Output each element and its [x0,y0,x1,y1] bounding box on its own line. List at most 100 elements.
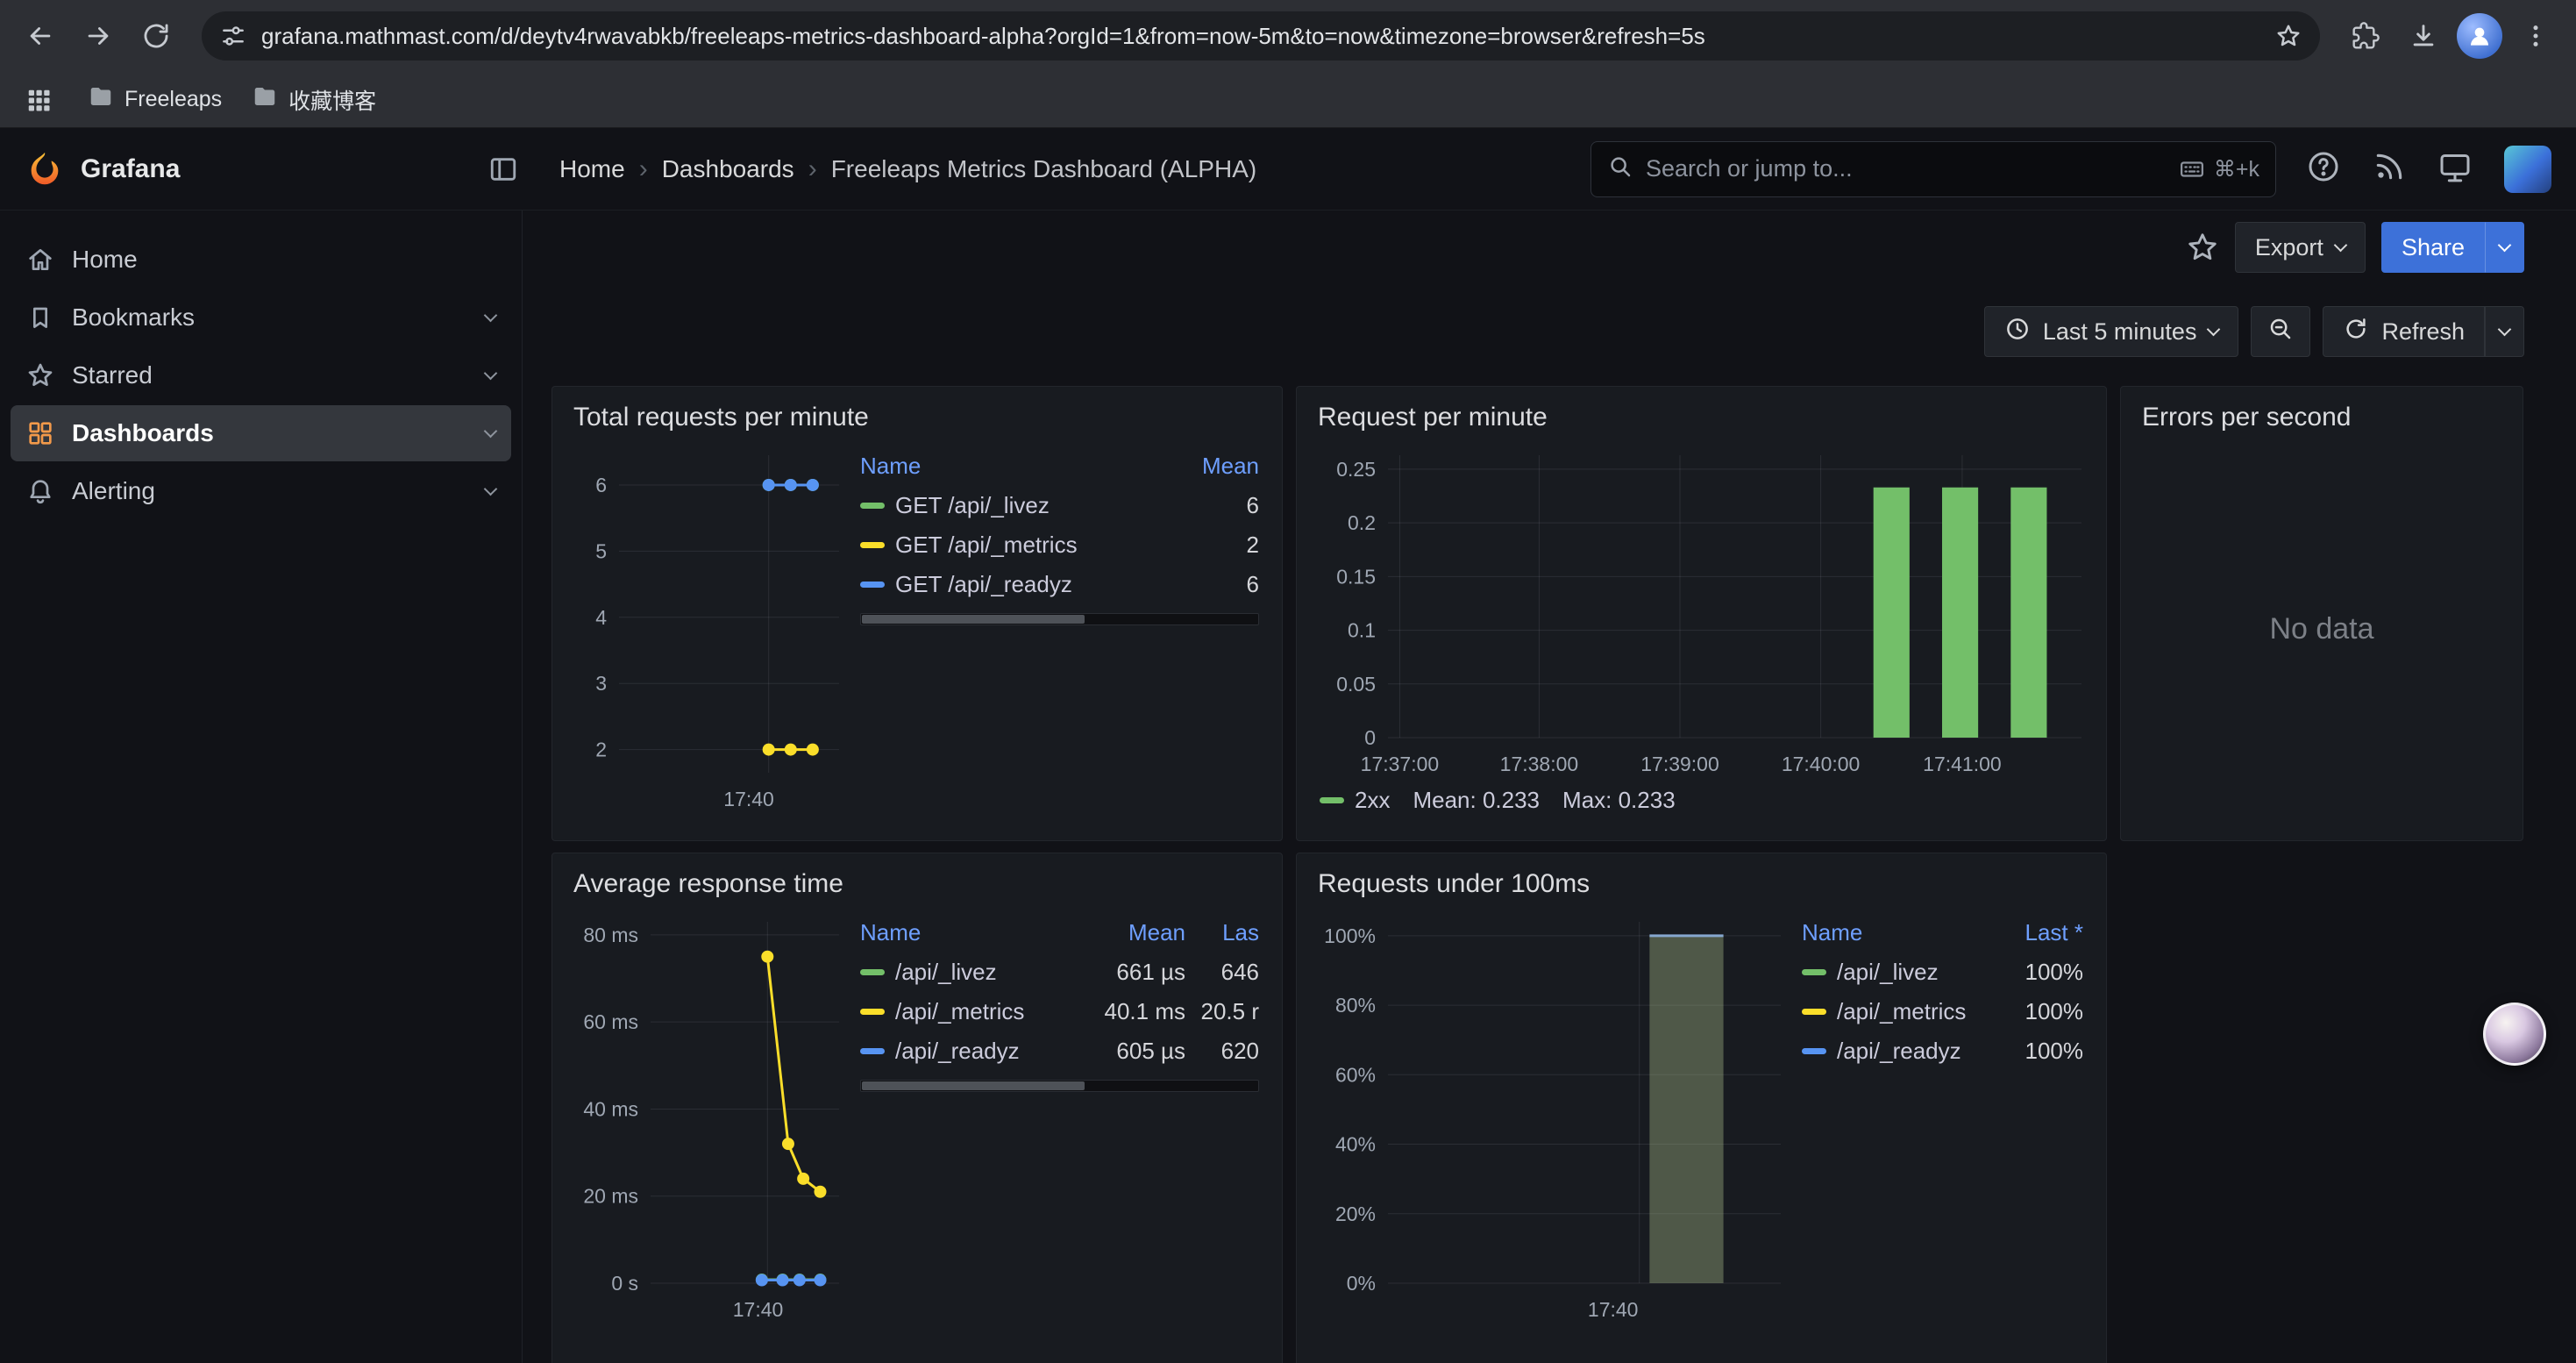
bookmark-icon [26,303,54,332]
legend-series[interactable]: GET /api/_livez [860,492,1156,519]
sidebar-item-starred[interactable]: Starred [11,347,511,403]
site-info-icon[interactable] [214,17,253,55]
legend-row: /api/_readyz605 µs620 [855,1031,1264,1071]
refresh-button-group: Refresh [2323,306,2524,357]
user-avatar[interactable] [2504,146,2551,193]
extensions-icon[interactable] [2341,11,2390,61]
legend-value: 100% [1980,1038,2083,1065]
svg-text:0.05: 0.05 [1336,673,1376,696]
svg-text:0 s: 0 s [611,1272,638,1295]
legend-series[interactable]: /api/_metrics [1802,998,1980,1025]
grafana-logo[interactable] [25,149,65,189]
legend-scrollbar-thumb[interactable] [862,1081,1085,1090]
svg-text:17:40: 17:40 [723,788,774,810]
back-icon[interactable] [16,11,65,61]
total-requests-legend: NameMeanGET /api/_livez6GET /api/_metric… [855,445,1264,813]
legend-column-header[interactable]: Name [1802,919,1980,946]
news-rss-icon[interactable] [2373,150,2406,188]
legend-scrollbar-thumb[interactable] [862,615,1085,624]
assistant-avatar[interactable] [2483,1003,2546,1066]
breadcrumb-current: Freeleaps Metrics Dashboard (ALPHA) [831,155,1257,183]
panel-errors-per-second: Errors per second No data [2120,386,2523,841]
svg-text:17:38:00: 17:38:00 [1500,753,1579,775]
monitor-icon[interactable] [2437,149,2473,189]
breadcrumb-separator: › [808,154,817,184]
legend-value: 620 [1185,1038,1259,1065]
panel-title[interactable]: Requests under 100ms [1318,869,2089,899]
bookmark-freeleaps[interactable]: Freeleaps [88,83,222,116]
legend-series[interactable]: /api/_readyz [1802,1038,1980,1065]
sidebar-item-dashboards[interactable]: Dashboards [11,405,511,461]
chevron-down-icon[interactable] [486,489,495,494]
favorite-star-button[interactable] [2186,231,2219,264]
legend-value: 100% [1980,959,2083,986]
reload-icon[interactable] [132,11,181,61]
legend-row: /api/_livez100% [1797,953,2089,992]
sidebar-item-home[interactable]: Home [11,232,511,288]
time-range-picker[interactable]: Last 5 minutes [1984,306,2239,357]
legend-series-2xx[interactable]: 2xx [1320,787,1390,814]
legend-column-header[interactable]: Name [860,453,1156,480]
legend-column-header[interactable]: Name [860,919,1082,946]
dashboards-grid-icon [26,419,54,447]
legend-column-header[interactable]: Mean [1156,453,1259,480]
breadcrumb-dashboards[interactable]: Dashboards [662,155,794,183]
legend-row: GET /api/_readyz6 [855,565,1264,604]
browser-menu-icon[interactable] [2511,11,2560,61]
sidebar-item-alerting[interactable]: Alerting [11,463,511,519]
legend-series[interactable]: /api/_metrics [860,998,1082,1025]
svg-text:0%: 0% [1347,1272,1376,1295]
legend-scrollbar[interactable] [860,1080,1259,1092]
bookmark-label: 收藏博客 [288,84,376,116]
legend-series[interactable]: /api/_readyz [860,1038,1082,1065]
panel-total-requests: Total requests per minute 6543217:40 Nam… [551,386,1283,841]
average-response-time-legend: NameMeanLas/api/_livez661 µs646/api/_met… [855,911,1264,1324]
svg-text:17:37:00: 17:37:00 [1361,753,1440,775]
legend-series[interactable]: /api/_livez [860,959,1082,986]
url-text[interactable]: grafana.mathmast.com/d/deytv4rwavabkb/fr… [261,23,2260,50]
downloads-icon[interactable] [2399,11,2448,61]
chart-svg: 100%80%60%40%20%0%17:40 [1314,911,1788,1324]
browser-profile-avatar[interactable] [2457,13,2502,59]
export-button[interactable]: Export [2235,222,2366,273]
breadcrumb-home[interactable]: Home [559,155,625,183]
legend-series[interactable]: /api/_livez [1802,959,1980,986]
panel-title[interactable]: Errors per second [2142,403,2505,432]
legend-series[interactable]: GET /api/_readyz [860,571,1156,598]
panel-title[interactable]: Total requests per minute [573,403,1264,432]
legend-column-header[interactable]: Last * [1980,919,2083,946]
breadcrumb: Home › Dashboards › Freeleaps Metrics Da… [559,154,1256,184]
panel-title[interactable]: Request per minute [1318,403,2089,432]
sidebar-item-bookmarks[interactable]: Bookmarks [11,289,511,346]
legend-column-header[interactable]: Mean [1082,919,1185,946]
address-bar[interactable]: grafana.mathmast.com/d/deytv4rwavabkb/fr… [202,11,2320,61]
panel-average-response-time: Average response time 80 ms60 ms40 ms20 … [551,853,1283,1363]
share-button[interactable]: Share [2381,222,2485,273]
apps-grid-icon[interactable] [19,81,58,119]
search-box[interactable]: ⌘+k [1590,141,2276,197]
help-icon[interactable] [2306,149,2341,189]
chevron-down-icon[interactable] [486,432,495,436]
panel-title[interactable]: Average response time [573,869,1264,899]
star-icon [26,361,54,389]
bookmark-star-icon[interactable] [2269,17,2308,55]
refresh-interval-button[interactable] [2485,306,2524,357]
refresh-icon [2343,316,2369,348]
legend-column-header[interactable]: Las [1185,919,1259,946]
dock-menu-icon[interactable] [484,150,523,189]
brand-title: Grafana [81,154,180,184]
legend-value: 6 [1156,492,1259,519]
chevron-down-icon[interactable] [486,374,495,378]
zoom-out-button[interactable] [2251,306,2310,357]
search-icon [1607,153,1633,184]
share-menu-button[interactable] [2485,222,2524,273]
legend-series[interactable]: GET /api/_metrics [860,532,1156,559]
svg-text:0: 0 [1364,726,1376,749]
forward-icon[interactable] [74,11,123,61]
folder-icon [88,83,114,116]
chevron-down-icon[interactable] [486,316,495,320]
bookmark-favorites-blog[interactable]: 收藏博客 [252,83,376,116]
refresh-button[interactable]: Refresh [2323,306,2485,357]
legend-scrollbar[interactable] [860,613,1259,625]
search-input[interactable] [1646,155,2167,182]
